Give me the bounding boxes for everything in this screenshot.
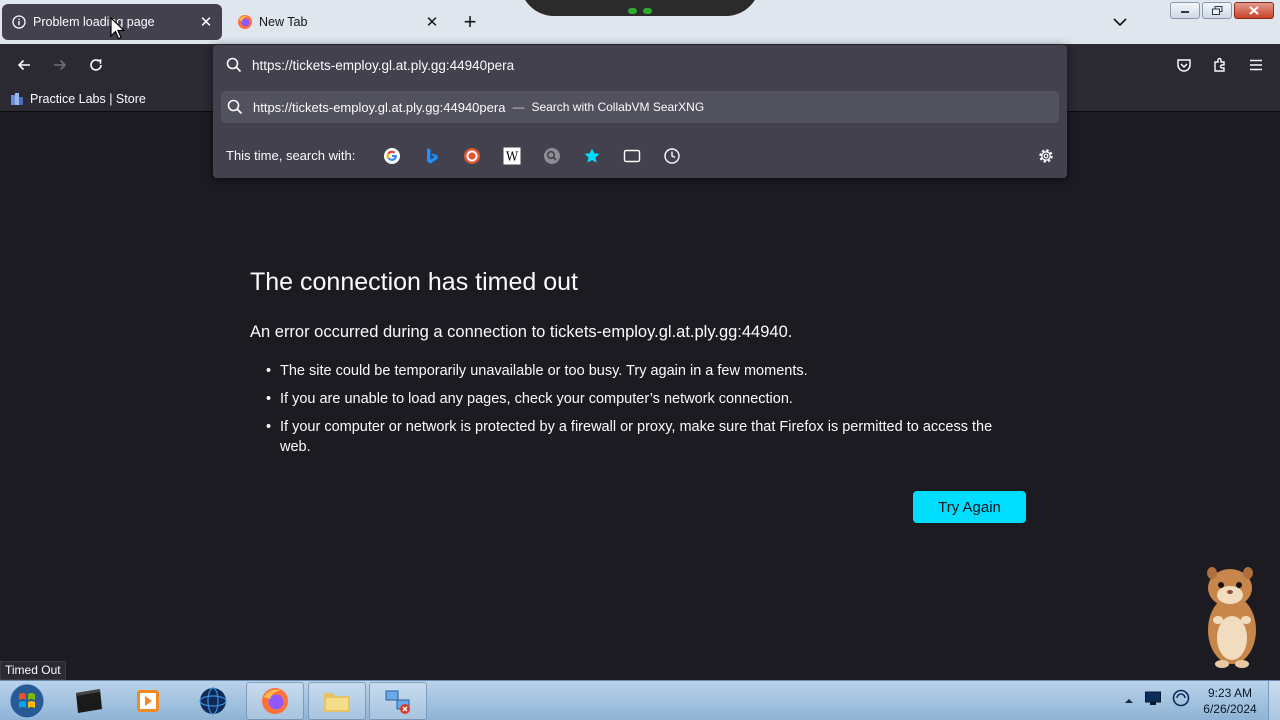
suggestion-separator: — bbox=[512, 100, 525, 114]
network-tray-icon[interactable] bbox=[1172, 689, 1190, 712]
hamburger-icon bbox=[1250, 59, 1262, 71]
close-icon bbox=[1249, 6, 1259, 15]
taskbar-globe-app[interactable] bbox=[184, 682, 242, 720]
bookmarks-icon[interactable] bbox=[582, 146, 602, 166]
search-suggestion-row[interactable]: https://tickets-employ.gl.at.ply.gg:4494… bbox=[221, 91, 1059, 123]
restore-icon bbox=[1211, 6, 1222, 15]
minimize-icon bbox=[1181, 10, 1189, 13]
show-desktop-button[interactable] bbox=[1268, 681, 1280, 720]
clock-time: 9:23 AM bbox=[1207, 686, 1253, 700]
forward-arrow-icon bbox=[54, 59, 67, 71]
reload-button[interactable] bbox=[81, 50, 111, 80]
search-icon bbox=[226, 57, 242, 73]
restore-button[interactable] bbox=[1202, 2, 1232, 19]
history-icon[interactable] bbox=[662, 146, 682, 166]
status-panel: Timed Out bbox=[0, 661, 66, 680]
suggestion-item: If your computer or network is protected… bbox=[266, 417, 1026, 457]
firefox-icon bbox=[237, 14, 253, 30]
bookmark-label: Practice Labs | Store bbox=[30, 92, 146, 106]
back-button[interactable] bbox=[9, 50, 39, 80]
try-again-button[interactable]: Try Again bbox=[913, 491, 1026, 523]
extensions-button[interactable] bbox=[1205, 50, 1235, 80]
google-icon[interactable] bbox=[382, 146, 402, 166]
search-icon bbox=[227, 99, 243, 115]
searxng-icon[interactable] bbox=[542, 146, 562, 166]
save-to-pocket-button[interactable] bbox=[1169, 50, 1199, 80]
one-off-label: This time, search with: bbox=[226, 147, 356, 163]
suggestion-item: The site could be temporarily unavailabl… bbox=[266, 361, 1026, 381]
taskbar-terminal[interactable] bbox=[60, 682, 118, 720]
clock-date: 6/26/2024 bbox=[1203, 702, 1257, 716]
suggestion-action: Search with CollabVM SearXNG bbox=[531, 100, 705, 114]
start-button[interactable] bbox=[6, 682, 48, 720]
taskbar-network-app[interactable] bbox=[369, 682, 427, 720]
url-input[interactable]: https://tickets-employ.gl.at.ply.gg:4494… bbox=[252, 58, 514, 73]
pocket-icon bbox=[1177, 59, 1191, 72]
globe-icon bbox=[199, 687, 227, 715]
error-title: The connection has timed out bbox=[250, 268, 578, 296]
bookmark-practice-labs-store[interactable]: Practice Labs | Store bbox=[10, 89, 146, 109]
tab-strip: Problem loading page ✕ New Tab ✕ + bbox=[0, 0, 1280, 44]
error-page: The connection has timed out An error oc… bbox=[0, 113, 1280, 680]
one-off-search-row: This time, search with: W bbox=[213, 137, 1067, 173]
error-suggestions: The site could be temporarily unavailabl… bbox=[266, 361, 1026, 465]
puzzle-icon bbox=[1214, 57, 1225, 72]
list-all-tabs-button[interactable] bbox=[1106, 8, 1134, 36]
gear-icon[interactable] bbox=[1035, 145, 1057, 167]
close-tab-icon[interactable]: ✕ bbox=[420, 10, 444, 34]
suggestion-text: https://tickets-employ.gl.at.ply.gg:4494… bbox=[253, 99, 506, 115]
monitor-icon[interactable] bbox=[1144, 690, 1162, 711]
taskbar-firefox[interactable] bbox=[246, 682, 304, 720]
network-icon bbox=[385, 690, 410, 714]
tab-title: New Tab bbox=[259, 15, 308, 29]
media-player-icon bbox=[137, 690, 159, 712]
taskbar-clock[interactable]: 9:23 AM 6/26/2024 bbox=[1196, 685, 1264, 717]
address-bar[interactable]: https://tickets-employ.gl.at.ply.gg:4494… bbox=[213, 45, 1067, 85]
window-controls bbox=[1170, 2, 1274, 19]
practice-labs-icon bbox=[11, 93, 23, 105]
error-description: An error occurred during a connection to… bbox=[250, 323, 793, 341]
bing-icon[interactable] bbox=[422, 146, 442, 166]
folder-icon bbox=[324, 693, 350, 712]
tab-new-tab[interactable]: New Tab ✕ bbox=[228, 4, 448, 40]
suggestion-item: If you are unable to load any pages, che… bbox=[266, 389, 1026, 409]
urlbar-dropdown: https://tickets-employ.gl.at.ply.gg:4494… bbox=[213, 45, 1067, 178]
close-window-button[interactable] bbox=[1234, 2, 1274, 19]
show-hidden-icons-icon[interactable] bbox=[1124, 692, 1134, 710]
hamster-image bbox=[1196, 560, 1266, 670]
svg-text:W: W bbox=[506, 150, 519, 164]
taskbar-media-player[interactable] bbox=[119, 682, 177, 720]
windows-taskbar: 9:23 AM 6/26/2024 bbox=[0, 680, 1280, 720]
system-tray bbox=[1124, 689, 1190, 712]
forward-button[interactable] bbox=[45, 50, 75, 80]
firefox-icon bbox=[262, 688, 288, 714]
reload-icon bbox=[90, 59, 102, 71]
duckduckgo-icon[interactable] bbox=[462, 146, 482, 166]
close-tab-icon[interactable]: ✕ bbox=[194, 10, 218, 34]
info-icon bbox=[11, 14, 27, 30]
terminal-icon bbox=[76, 689, 102, 713]
back-arrow-icon bbox=[17, 59, 30, 71]
app-menu-button[interactable] bbox=[1241, 50, 1271, 80]
mouse-cursor-icon bbox=[110, 17, 126, 40]
wikipedia-icon[interactable]: W bbox=[502, 146, 522, 166]
window-decoration bbox=[520, 0, 760, 16]
chevron-down-icon bbox=[1113, 18, 1127, 27]
taskbar-file-explorer[interactable] bbox=[308, 682, 366, 720]
new-tab-button[interactable]: + bbox=[456, 8, 484, 36]
windows-logo-icon bbox=[9, 683, 45, 719]
tabs-icon[interactable] bbox=[622, 146, 642, 166]
minimize-button[interactable] bbox=[1170, 2, 1200, 19]
